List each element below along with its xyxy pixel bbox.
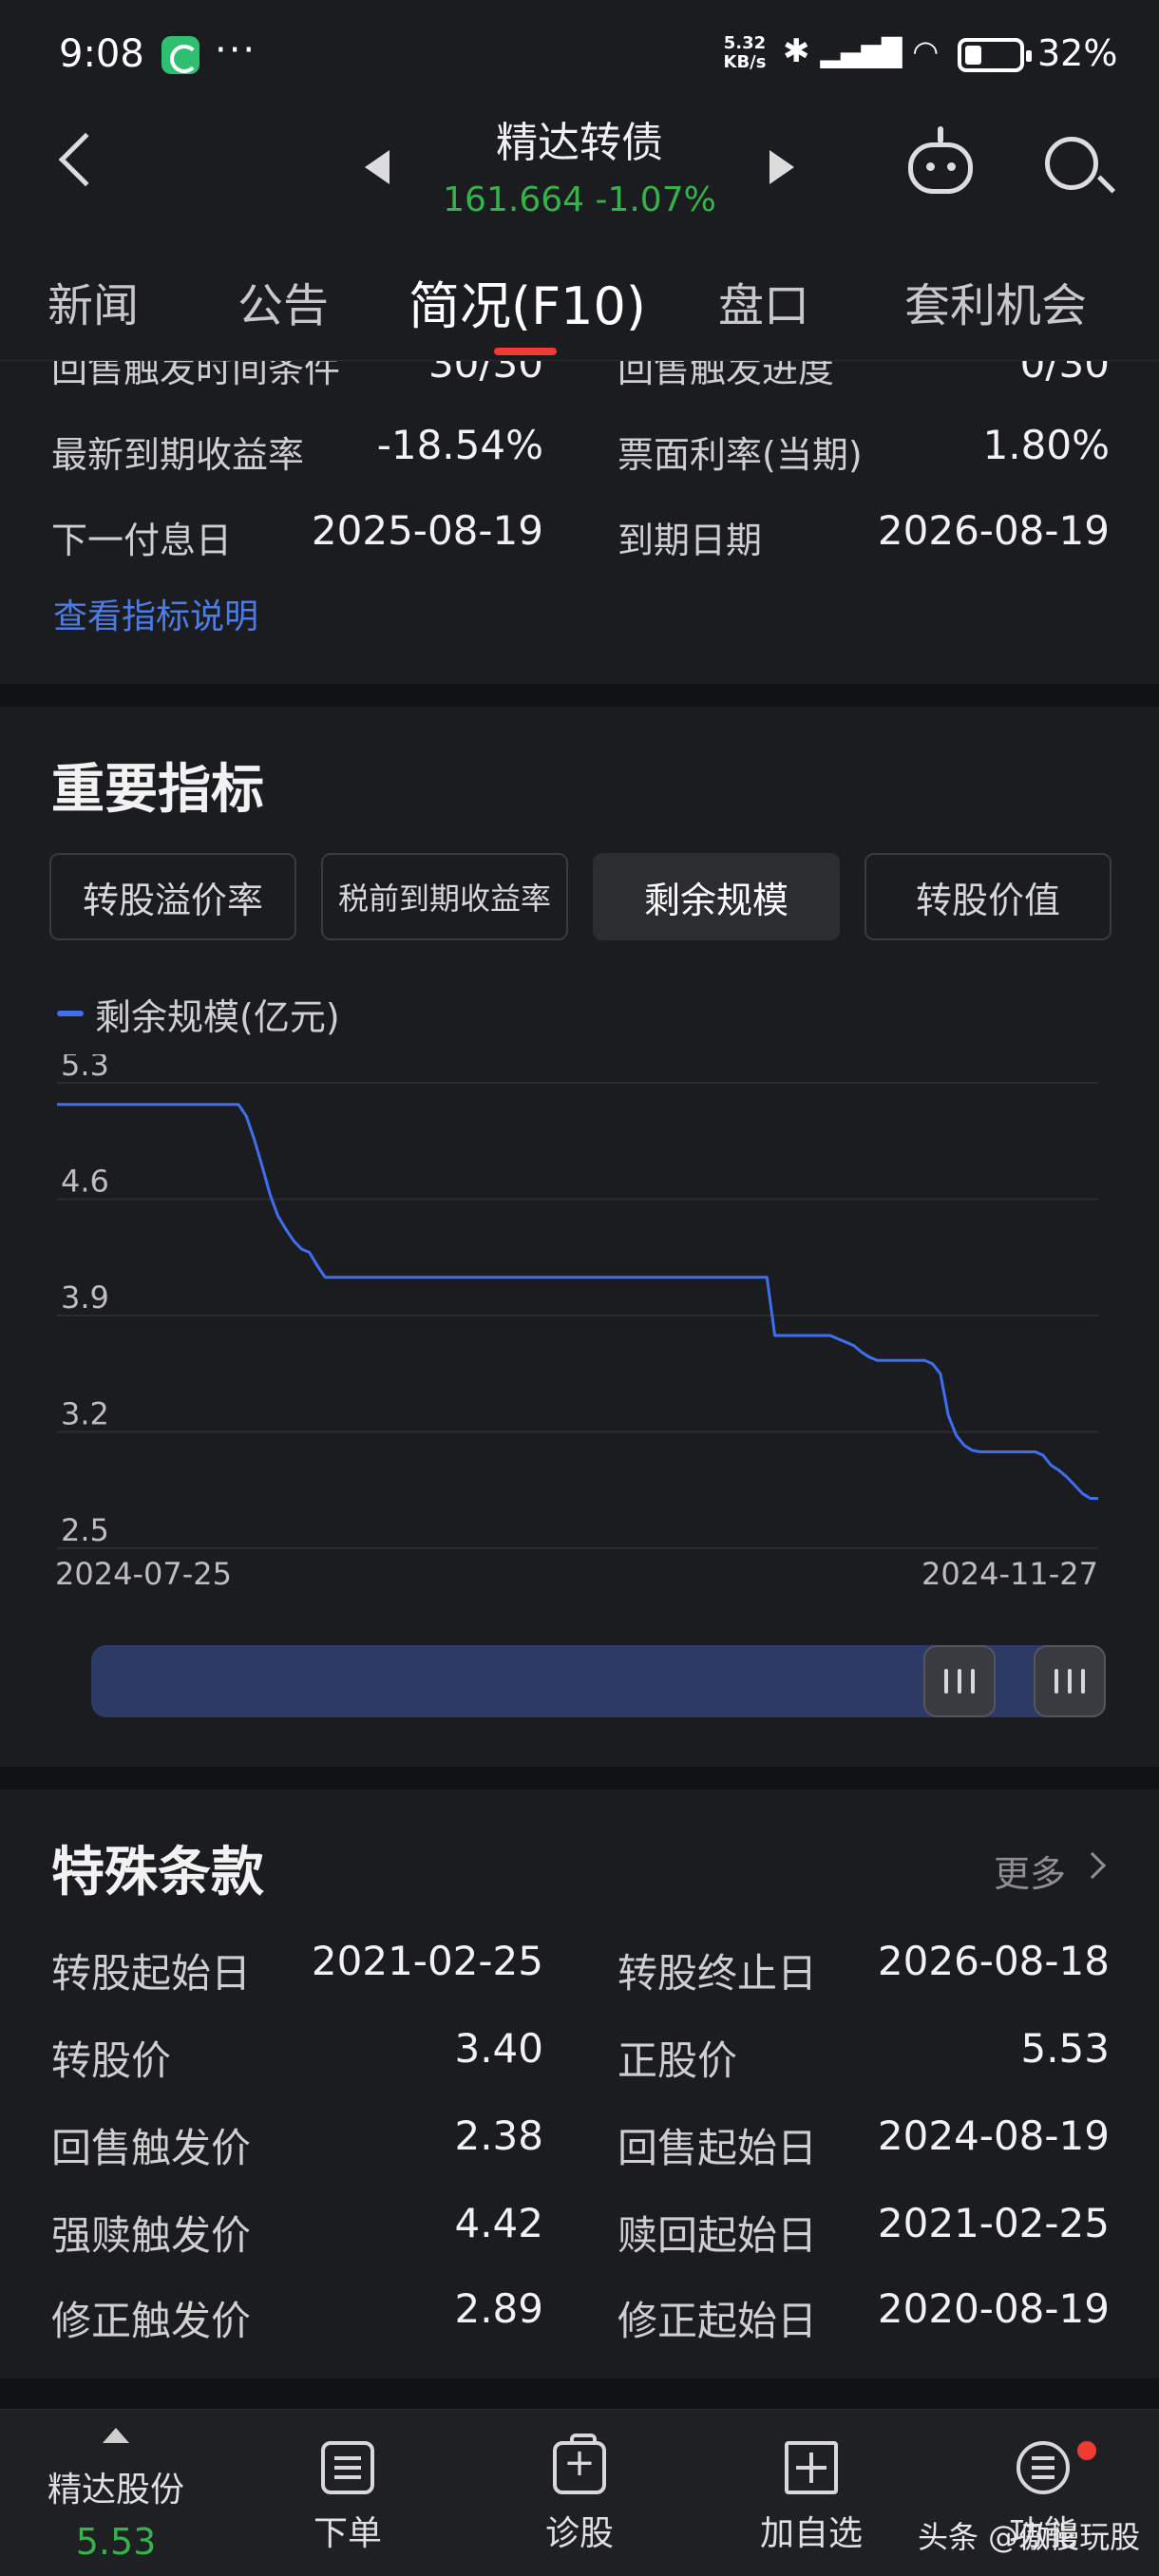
segment-pretax-ytm[interactable]: 税前到期收益率 <box>321 853 568 940</box>
segment-remaining-size[interactable]: 剩余规模 <box>593 853 840 940</box>
bond-price-change: 161.664 -1.07% <box>443 180 716 219</box>
clause-value: 3.40 <box>454 2025 543 2072</box>
segment-conversion-value[interactable]: 转股价值 <box>864 853 1112 940</box>
clause-value: 2026-08-18 <box>877 1938 1110 1984</box>
y-tick-label: 2.5 <box>61 1512 109 1548</box>
ytm-label: 最新到期收益率 <box>51 434 305 476</box>
add-watchlist-button[interactable]: 加自选 <box>735 2441 887 2555</box>
legend-label: 剩余规模(亿元) <box>95 996 340 1038</box>
remaining-size-chart[interactable]: 5.3 4.6 3.9 3.2 2.5 2024-07-25 2024-11-27 <box>0 1054 1159 1605</box>
more-notifications-icon: ··· <box>215 28 257 72</box>
expand-up-icon[interactable] <box>103 2428 129 2443</box>
clause-label: 强赎触发价 <box>51 2212 252 2259</box>
wifi-icon: ◠ <box>912 33 940 69</box>
put-time-condition-label: 回售触发时间条件 <box>51 361 341 390</box>
clause-value: 2021-02-25 <box>311 1938 543 1984</box>
next-bond-icon[interactable] <box>770 150 794 184</box>
underlying-stock-name[interactable]: 精达股份 <box>28 2462 203 2511</box>
y-tick-label: 5.3 <box>61 1054 109 1083</box>
search-icon[interactable] <box>1045 137 1098 190</box>
clause-label: 赎回起始日 <box>618 2212 818 2259</box>
clause-value: 4.42 <box>454 2200 543 2246</box>
clause-value: 2.89 <box>454 2285 543 2332</box>
maturity-date-value: 2026-08-19 <box>877 507 1110 554</box>
menu-icon <box>1016 2441 1070 2494</box>
clause-value: 5.53 <box>1020 2025 1110 2072</box>
clause-label: 回售触发价 <box>51 2125 252 2171</box>
battery-icon <box>958 38 1032 72</box>
clause-label: 修正触发价 <box>51 2298 252 2344</box>
y-tick-label: 3.2 <box>61 1396 109 1432</box>
notification-dot <box>1077 2441 1096 2460</box>
range-slider-selection[interactable] <box>91 1645 1060 1717</box>
status-time: 9:08 <box>59 32 144 76</box>
order-doc-icon <box>321 2441 374 2494</box>
next-payment-label: 下一付息日 <box>51 520 233 561</box>
battery-level <box>965 46 982 65</box>
put-time-condition-value: 30/30 <box>428 361 543 387</box>
add-watchlist-label: 加自选 <box>759 2514 863 2553</box>
order-label: 下单 <box>313 2514 382 2553</box>
tab-overview-f10[interactable]: 简况(F10) <box>408 264 646 339</box>
tab-order-book[interactable]: 盘口 <box>718 268 809 334</box>
coupon-rate-label: 票面利率(当期) <box>618 434 863 476</box>
y-tick-label: 4.6 <box>61 1164 109 1200</box>
battery-percent: 32% <box>1037 32 1118 74</box>
assistant-robot-icon[interactable] <box>908 126 973 194</box>
next-payment-value: 2025-08-19 <box>311 507 543 554</box>
maturity-date-label: 到期日期 <box>618 520 763 561</box>
coupon-rate-value: 1.80% <box>982 422 1110 468</box>
legend-swatch <box>57 1011 84 1016</box>
clause-value: 2021-02-25 <box>877 2200 1110 2246</box>
order-button[interactable]: 下单 <box>272 2441 424 2555</box>
underlying-stock-price: 5.53 <box>75 2521 157 2563</box>
clause-label: 转股价 <box>51 2037 172 2084</box>
x-end-label: 2024-11-27 <box>922 1556 1098 1592</box>
special-clauses-title: 特殊条款 <box>51 1842 264 1904</box>
more-link[interactable]: 更多 <box>994 1845 1066 1897</box>
add-watchlist-icon <box>785 2441 838 2494</box>
tab-arbitrage[interactable]: 套利机会 <box>904 268 1087 334</box>
net-speed: 5.32 KB/s <box>723 33 767 72</box>
clause-value: 2024-08-19 <box>877 2112 1110 2159</box>
watermark: 头条 @傲慢玩股 <box>918 2519 1141 2555</box>
diagnose-label: 诊股 <box>544 2514 614 2553</box>
diagnose-icon <box>553 2434 606 2494</box>
prev-bond-icon[interactable] <box>365 150 390 184</box>
clause-label: 回售起始日 <box>618 2125 818 2171</box>
indicator-explanation-link[interactable]: 查看指标说明 <box>53 589 258 638</box>
range-slider-left-handle[interactable] <box>923 1645 996 1717</box>
active-tab-indicator <box>494 348 557 355</box>
clause-label: 正股价 <box>618 2037 738 2084</box>
clause-label: 修正起始日 <box>618 2298 818 2344</box>
partial-row-clip: 回售触发时间条件 30/30 回售触发进度 0/30 <box>0 361 1159 399</box>
range-slider-right-handle[interactable] <box>1034 1645 1106 1717</box>
y-tick-label: 3.9 <box>61 1279 109 1316</box>
series-line <box>57 1103 1098 1500</box>
ytm-value: -18.54% <box>376 422 543 468</box>
tab-news[interactable]: 新闻 <box>48 268 139 334</box>
clause-label: 转股终止日 <box>618 1950 818 1997</box>
bond-title: 精达转债 <box>496 119 663 167</box>
tab-announcements[interactable]: 公告 <box>238 268 329 334</box>
clause-value: 2.38 <box>454 2112 543 2159</box>
connectivity-icons: ✱ ▂▄▆█ ◠ <box>783 32 939 70</box>
clause-value: 2020-08-19 <box>877 2285 1110 2332</box>
bluetooth-icon: ✱ <box>783 32 810 70</box>
clause-label: 转股起始日 <box>51 1950 252 1997</box>
put-progress-label: 回售触发进度 <box>618 361 835 390</box>
segment-conversion-premium[interactable]: 转股溢价率 <box>49 853 296 940</box>
app-notification-icon <box>162 36 200 74</box>
x-start-label: 2024-07-25 <box>55 1556 232 1592</box>
signal-icon: ▂▄▆█ <box>820 37 902 68</box>
diagnose-button[interactable]: 诊股 <box>504 2434 656 2555</box>
key-indicators-title: 重要指标 <box>51 759 264 821</box>
put-progress-value: 0/30 <box>1019 361 1110 387</box>
